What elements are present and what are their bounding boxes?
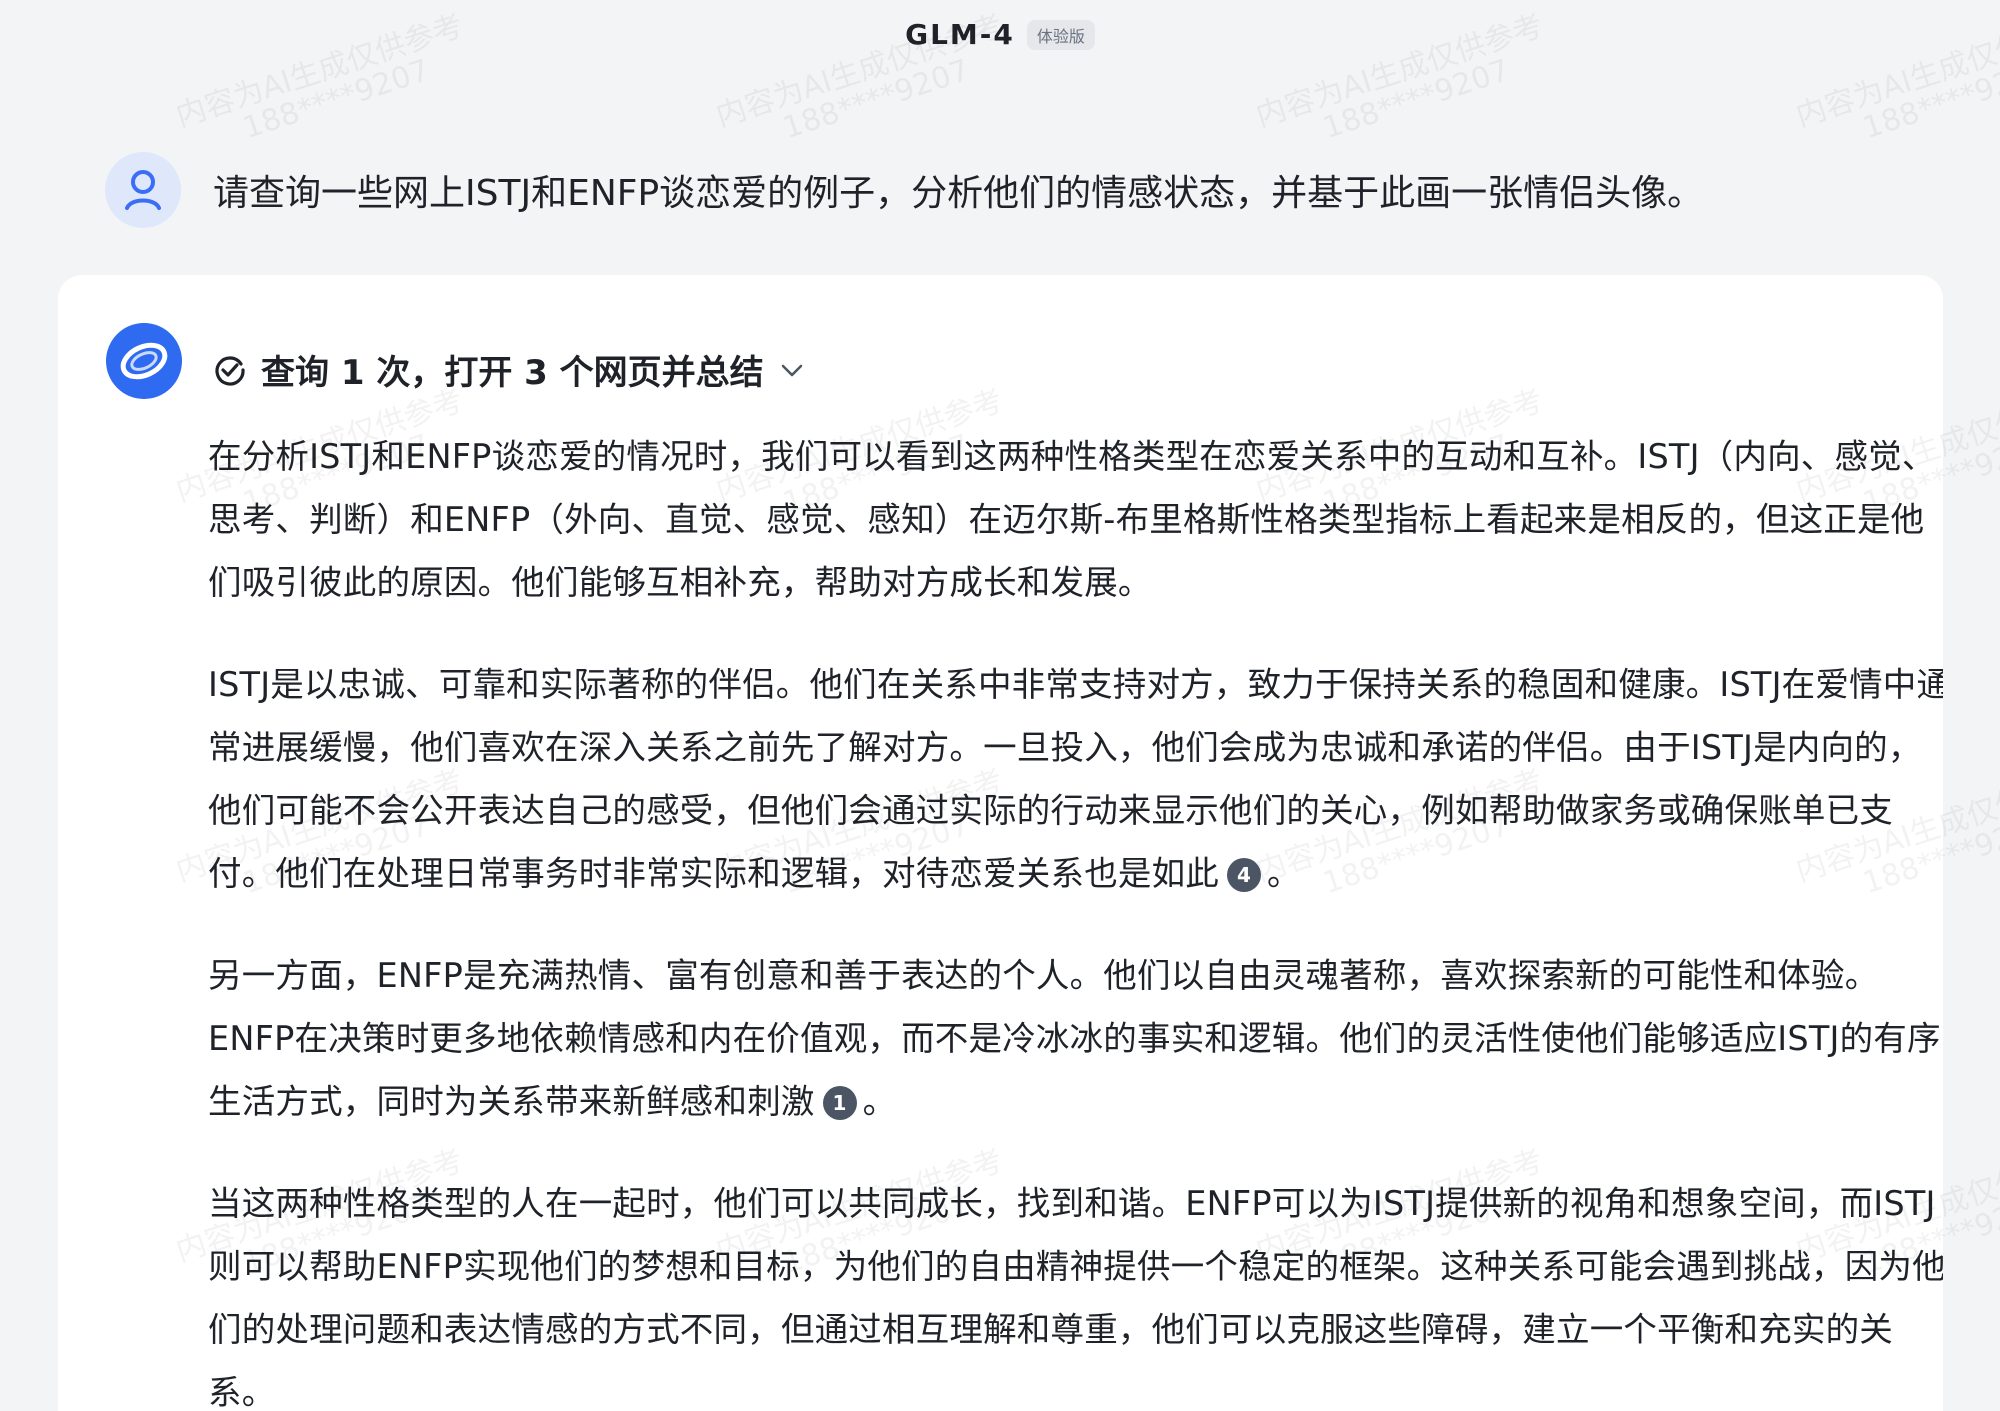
citation-badge[interactable]: 1 bbox=[822, 1086, 857, 1120]
zhipu-logo-icon bbox=[120, 342, 168, 380]
user-icon bbox=[125, 170, 161, 210]
citation-badge[interactable]: 4 bbox=[1227, 858, 1261, 892]
response-paragraph: 另一方面，ENFP是充满热情、富有创意和善于表达的个人。他们以自由灵魂著称，喜欢… bbox=[208, 956, 1941, 1121]
version-badge: 体验版 bbox=[1026, 19, 1095, 50]
assistant-response: 在分析ISTJ和ENFP谈恋爱的情况时，我们可以看到这两种性格类型在恋爱关系中的… bbox=[208, 425, 1943, 1411]
assistant-message-card: 查询 1 次，打开 3 个网页并总结 在分析ISTJ和ENFP谈恋爱的情况时，我… bbox=[58, 275, 1943, 1411]
search-summary-toggle[interactable]: 查询 1 次，打开 3 个网页并总结 bbox=[213, 345, 806, 394]
header: GLM-4 体验版 bbox=[0, 18, 2000, 51]
response-paragraph: 当这两种性格类型的人在一起时，他们可以共同成长，找到和谐。ENFP可以为ISTJ… bbox=[208, 1184, 1943, 1411]
search-summary-label: 查询 1 次，打开 3 个网页并总结 bbox=[261, 353, 764, 393]
user-avatar bbox=[105, 152, 181, 228]
chat-page: GLM-4 体验版 内容为AI生成仅供参考 188****9207 内容为AI生成… bbox=[0, 0, 2000, 1411]
assistant-avatar bbox=[106, 323, 182, 399]
check-circle-icon bbox=[215, 355, 245, 386]
chevron-down-icon bbox=[781, 364, 802, 376]
user-message-text: 请查询一些网上ISTJ和ENFP谈恋爱的例子，分析他们的情感状态，并基于此画一张… bbox=[213, 173, 1704, 214]
response-paragraph: 在分析ISTJ和ENFP谈恋爱的情况时，我们可以看到这两种性格类型在恋爱关系中的… bbox=[208, 437, 1936, 602]
model-name[interactable]: GLM-4 bbox=[905, 18, 1015, 51]
user-message: 请查询一些网上ISTJ和ENFP谈恋爱的例子，分析他们的情感状态，并基于此画一张… bbox=[105, 152, 1703, 228]
response-paragraph: ISTJ是以忠诚、可靠和实际著称的伴侣。他们在关系中非常支持对方，致力于保持关系… bbox=[208, 665, 1943, 893]
